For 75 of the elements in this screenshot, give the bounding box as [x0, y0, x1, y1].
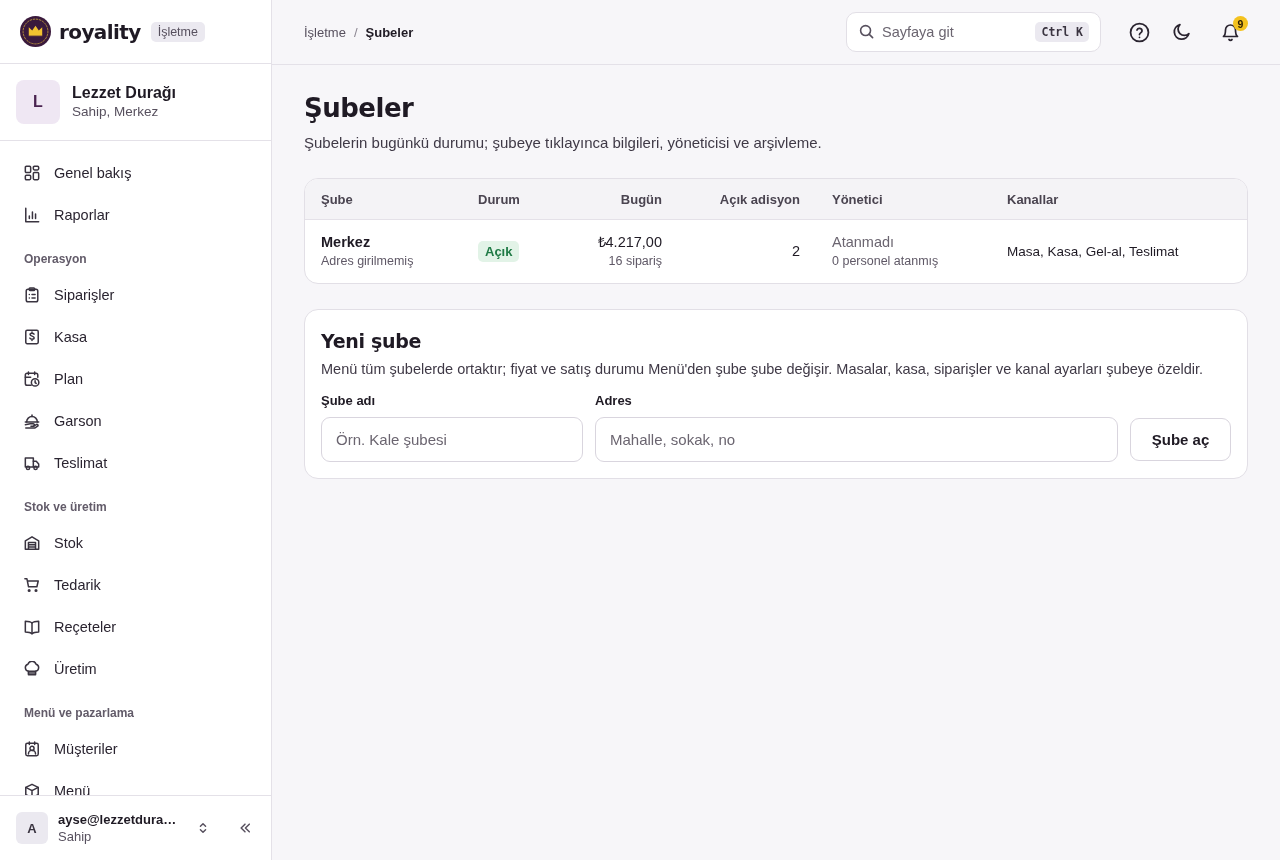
sidebar-item[interactable]: Üretim — [8, 648, 263, 690]
chevrons-up-down-icon — [197, 822, 209, 834]
book-icon — [24, 619, 40, 635]
sidebar-item[interactable]: Kasa — [8, 316, 263, 358]
workspace-badge: İşletme — [150, 21, 205, 42]
sidebar-item[interactable]: Siparişler — [8, 274, 263, 316]
manager-name: Atanmadı — [832, 233, 896, 252]
warehouse-icon — [24, 535, 40, 551]
column-header: Açık adisyon — [718, 191, 801, 207]
sidebar-item[interactable]: Müşteriler — [8, 728, 263, 770]
sidebar-item[interactable]: Stok — [8, 522, 263, 564]
column-header: Bugün — [619, 191, 663, 207]
table-row[interactable]: Merkez Adres girilmemiş Açık ₺4.217,00 16 sipariş 2 Atanmadı 0 personel atanmış Masa, Kasa, Gel-al, Teslimat — [305, 220, 1247, 283]
chevrons-left-icon — [239, 822, 251, 834]
user-menu[interactable]: A ayse@lezzetdura… Sahip — [16, 810, 209, 846]
user-role: Sahip — [58, 827, 93, 846]
user-email: ayse@lezzetdura… — [58, 810, 178, 828]
staff-count: 0 personel atanmış — [832, 253, 940, 270]
calendar-clock-icon — [24, 371, 40, 387]
box-icon — [24, 783, 40, 795]
breadcrumb-item: Şubeler — [365, 24, 414, 40]
truck-icon — [24, 455, 40, 471]
sidebar-item[interactable]: Tedarik — [8, 564, 263, 606]
business-switcher[interactable]: L Lezzet Durağı Sahip, Merkez — [0, 64, 271, 141]
bar-chart-icon — [24, 207, 40, 223]
branch-address: Adres girilmemiş — [321, 253, 415, 270]
open-tabs-count: 2 — [790, 242, 800, 261]
submit-button[interactable]: Şube aç — [1130, 418, 1231, 461]
business-name: Lezzet Durağı — [72, 83, 176, 103]
input-field[interactable]: Mahalle, sokak, no — [595, 417, 1118, 462]
form-description: Menü tüm şubelerde ortaktır; fiyat ve satış durumu Menü'den şube şube değişir. Masalar, kasa, siparişler ve kanal ayarları şubeye özeldir. — [321, 360, 1205, 379]
breadcrumb-separator: / — [353, 24, 358, 40]
status-badge: Açık — [478, 241, 520, 262]
section-label: Stok ve üretim — [23, 499, 108, 516]
column-header: Kanallar — [1006, 191, 1060, 207]
form-title: Yeni şube — [321, 329, 423, 353]
search-icon — [859, 24, 874, 39]
order-count: 16 sipariş — [607, 253, 662, 270]
field-label: Adres — [595, 393, 633, 409]
sidebar-item[interactable]: Raporlar — [8, 194, 263, 236]
sidebar-item[interactable]: Plan — [8, 358, 263, 400]
column-header: Durum — [477, 191, 521, 207]
page-subtitle: Şubelerin bugünkü durumu; şubeye tıklayınca bilgileri, yöneticisi ve arşivleme. — [304, 133, 823, 153]
business-avatar: L — [16, 80, 60, 124]
today-revenue: ₺4.217,00 — [596, 233, 662, 252]
bell-icon — [1221, 22, 1240, 42]
page-title: Şubeler — [304, 92, 415, 125]
moon-icon — [1172, 22, 1191, 42]
field-label: Şube adı — [321, 393, 377, 409]
brand-name: royality — [59, 19, 141, 44]
sidebar-item[interactable]: Genel bakış — [8, 152, 263, 194]
branch-name: Merkez — [321, 233, 372, 252]
contact-card-icon — [24, 741, 40, 757]
notification-count: 9 — [1233, 16, 1248, 31]
cart-icon — [24, 577, 40, 593]
cloche-icon — [24, 413, 40, 429]
grid-icon — [24, 165, 40, 181]
section-label: Operasyon — [23, 251, 88, 268]
chef-hat-icon — [24, 661, 40, 677]
channels-list: Masa, Kasa, Gel-al, Teslimat — [1007, 244, 1231, 259]
input-field[interactable]: Örn. Kale şubesi — [321, 417, 583, 462]
column-header: Şube — [320, 191, 354, 207]
section-label: Menü ve pazarlama — [23, 705, 136, 722]
column-header: Yönetici — [831, 191, 884, 207]
business-role: Sahip, Merkez — [72, 103, 160, 121]
breadcrumb-item[interactable]: İşletme — [304, 24, 346, 40]
user-avatar: A — [16, 812, 48, 844]
sidebar-item[interactable]: Teslimat — [8, 442, 263, 484]
help-icon — [1129, 21, 1150, 43]
receipt-dollar-icon — [24, 329, 40, 345]
crown-logo-icon — [20, 16, 51, 47]
clipboard-list-icon — [24, 287, 40, 303]
sidebar-item[interactable]: Garson — [8, 400, 263, 442]
keyboard-shortcut: Ctrl K — [1035, 22, 1089, 42]
sidebar-item[interactable]: Reçeteler — [8, 606, 263, 648]
